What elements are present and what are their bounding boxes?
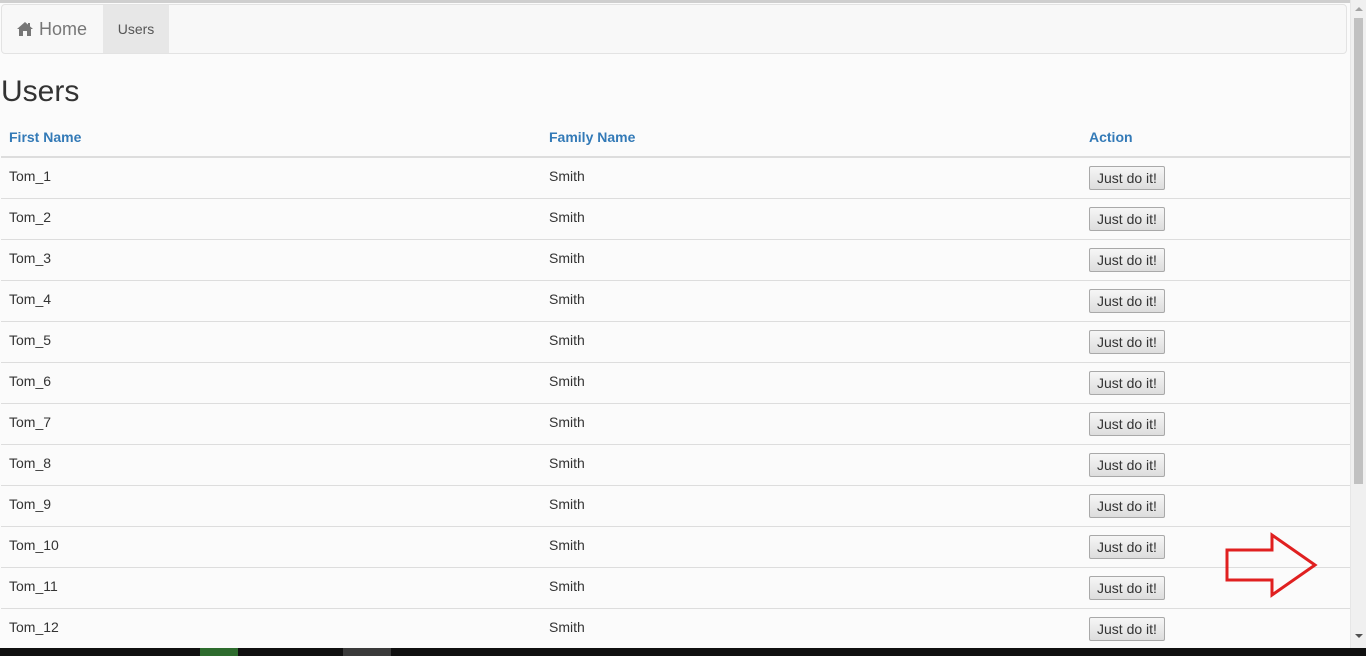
page-title: Users <box>1 75 80 108</box>
column-header-action[interactable]: Action <box>1081 118 1350 158</box>
cell-family-name: Smith <box>541 280 1081 322</box>
table-row: Tom_3 Smith Just do it! <box>1 239 1350 281</box>
table-row: Tom_9 Smith Just do it! <box>1 485 1350 527</box>
just-do-it-button[interactable]: Just do it! <box>1089 493 1165 518</box>
cell-family-name: Smith <box>541 362 1081 404</box>
table-row: Tom_1 Smith Just do it! <box>1 157 1350 199</box>
arrow-shape <box>1225 532 1318 598</box>
vertical-scrollbar[interactable] <box>1350 0 1366 648</box>
cell-action: Just do it! <box>1081 608 1350 648</box>
cell-first-name: Tom_12 <box>1 608 541 648</box>
just-do-it-button[interactable]: Just do it! <box>1089 206 1165 231</box>
cell-action: Just do it! <box>1081 321 1350 363</box>
scroll-up-arrow-icon[interactable] <box>1355 7 1363 11</box>
taskbar-app-item[interactable] <box>200 648 238 656</box>
home-icon <box>16 21 34 37</box>
scrollbar-thumb[interactable] <box>1354 18 1363 484</box>
table-row: Tom_5 Smith Just do it! <box>1 321 1350 363</box>
nav-home-link[interactable]: Home <box>16 5 87 53</box>
just-do-it-button[interactable]: Just do it! <box>1089 575 1165 600</box>
users-table: First Name Family Name Action Tom_1 Smith… <box>1 118 1350 648</box>
cell-family-name: Smith <box>541 608 1081 648</box>
table-body: Tom_1 Smith Just do it! Tom_2 Smith Just do i… <box>1 157 1350 648</box>
just-do-it-button[interactable]: Just do it! <box>1089 288 1165 313</box>
cell-action: Just do it! <box>1081 403 1350 445</box>
cell-action: Just do it! <box>1081 157 1350 199</box>
cell-first-name: Tom_2 <box>1 198 541 240</box>
cell-family-name: Smith <box>541 526 1081 568</box>
navbar: Home Users <box>1 4 1347 54</box>
cell-first-name: Tom_7 <box>1 403 541 445</box>
cell-family-name: Smith <box>541 321 1081 363</box>
cell-first-name: Tom_3 <box>1 239 541 281</box>
just-do-it-button[interactable]: Just do it! <box>1089 452 1165 477</box>
cell-action: Just do it! <box>1081 362 1350 404</box>
column-header-family-name[interactable]: Family Name <box>541 118 1081 158</box>
column-header-first-name[interactable]: First Name <box>1 118 541 158</box>
cell-family-name: Smith <box>541 444 1081 486</box>
cell-action: Just do it! <box>1081 198 1350 240</box>
cell-first-name: Tom_11 <box>1 567 541 609</box>
cell-first-name: Tom_1 <box>1 157 541 199</box>
just-do-it-button[interactable]: Just do it! <box>1089 534 1165 559</box>
taskbar-app-item[interactable] <box>343 648 391 656</box>
table-row: Tom_11 Smith Just do it! <box>1 567 1350 609</box>
cell-action: Just do it! <box>1081 280 1350 322</box>
cell-family-name: Smith <box>541 485 1081 527</box>
cell-first-name: Tom_10 <box>1 526 541 568</box>
taskbar <box>0 648 1366 656</box>
just-do-it-button[interactable]: Just do it! <box>1089 616 1165 641</box>
table-row: Tom_7 Smith Just do it! <box>1 403 1350 445</box>
cell-family-name: Smith <box>541 567 1081 609</box>
just-do-it-button[interactable]: Just do it! <box>1089 247 1165 272</box>
cell-action: Just do it! <box>1081 485 1350 527</box>
nav-home-label: Home <box>39 18 88 39</box>
cell-first-name: Tom_4 <box>1 280 541 322</box>
cell-first-name: Tom_8 <box>1 444 541 486</box>
cell-family-name: Smith <box>541 403 1081 445</box>
nav-item-users[interactable]: Users <box>103 5 169 53</box>
table-row: Tom_4 Smith Just do it! <box>1 280 1350 322</box>
cell-action: Just do it! <box>1081 444 1350 486</box>
cell-family-name: Smith <box>541 239 1081 281</box>
just-do-it-button[interactable]: Just do it! <box>1089 370 1165 395</box>
table-row: Tom_8 Smith Just do it! <box>1 444 1350 486</box>
just-do-it-button[interactable]: Just do it! <box>1089 166 1165 190</box>
cell-action: Just do it! <box>1081 239 1350 281</box>
just-do-it-button[interactable]: Just do it! <box>1089 411 1165 436</box>
cell-first-name: Tom_6 <box>1 362 541 404</box>
browser-page: Home Users Users First Name Family Name … <box>0 0 1350 648</box>
table-row: Tom_10 Smith Just do it! <box>1 526 1350 568</box>
table-row: Tom_6 Smith Just do it! <box>1 362 1350 404</box>
table-header-row: First Name Family Name Action <box>1 118 1350 158</box>
cell-family-name: Smith <box>541 198 1081 240</box>
cell-first-name: Tom_9 <box>1 485 541 527</box>
scroll-down-arrow-icon[interactable] <box>1355 634 1363 638</box>
cell-first-name: Tom_5 <box>1 321 541 363</box>
just-do-it-button[interactable]: Just do it! <box>1089 329 1165 354</box>
red-arrow-annotation-icon <box>1225 532 1318 598</box>
cell-family-name: Smith <box>541 157 1081 199</box>
table-row: Tom_2 Smith Just do it! <box>1 198 1350 240</box>
table-row: Tom_12 Smith Just do it! <box>1 608 1350 648</box>
